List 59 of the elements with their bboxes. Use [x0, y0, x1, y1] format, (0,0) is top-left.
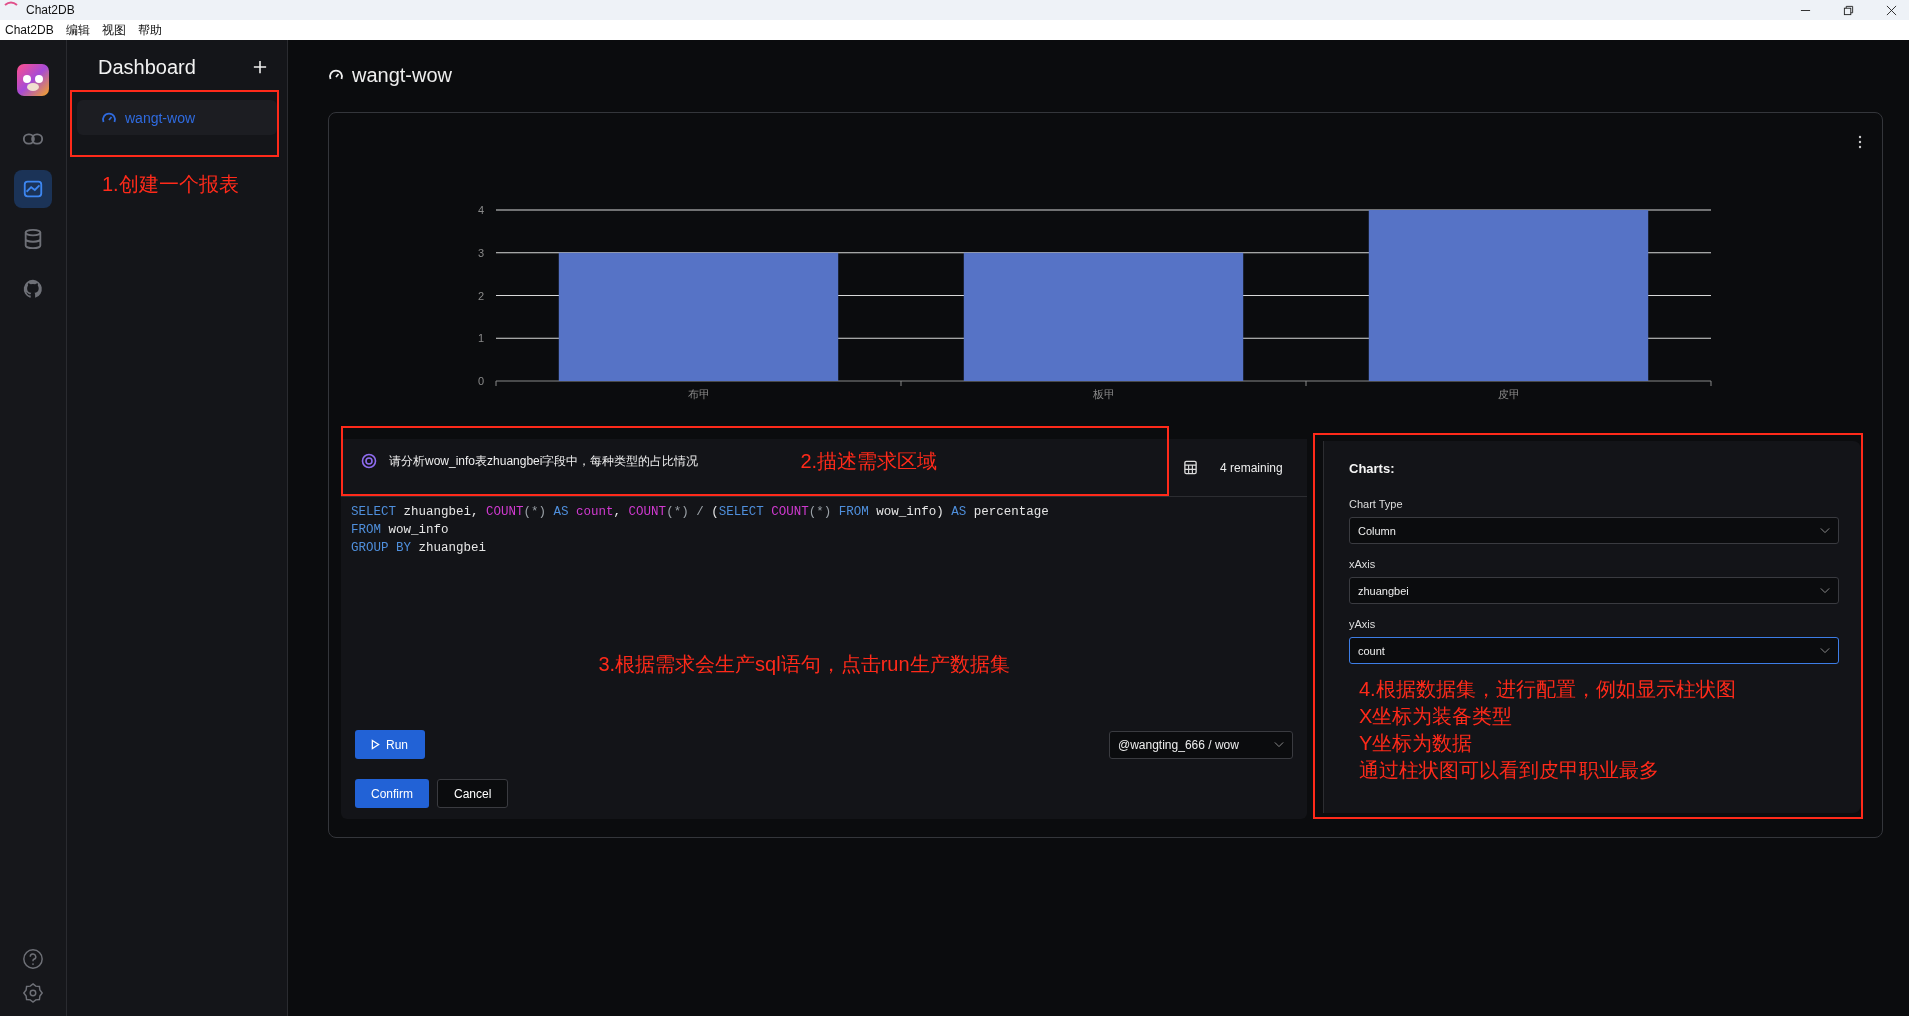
menu-item[interactable]: 帮助	[137, 21, 162, 39]
restore-icon[interactable]	[1843, 4, 1854, 16]
annotation-text: 3.根据需求会生产sql语句，点击run生产数据集	[597, 652, 1011, 677]
chevron-down-icon	[1820, 527, 1830, 534]
y-tick-label: 2	[477, 289, 484, 302]
calculator-icon	[1183, 460, 1198, 475]
select-field[interactable]: Column	[1349, 517, 1839, 544]
code-line: FROM wow_info	[351, 522, 450, 539]
annotation-text: 2.描述需求区域	[800, 448, 938, 474]
ai-icon	[361, 453, 377, 469]
x-tick-label: 布甲	[687, 388, 710, 400]
annotation-text: 通过柱状图可以看到皮甲职业最多	[1359, 758, 1660, 783]
field-label: xAxis	[1349, 558, 1377, 570]
page-title: wangt-wow	[352, 63, 453, 87]
confirm-button[interactable]: Confirm	[355, 779, 429, 808]
y-tick-label: 3	[477, 246, 484, 259]
select-field[interactable]: count	[1349, 637, 1839, 664]
more-icon[interactable]	[1858, 135, 1862, 149]
database-select[interactable]: @wangting_666 / wow	[1109, 730, 1293, 759]
dashboard-item[interactable]: wangt-wow	[77, 100, 277, 135]
remaining-count: 4 remaining	[1220, 460, 1283, 475]
chart-icon	[22, 178, 44, 200]
menu-item[interactable]: 编辑	[65, 21, 90, 39]
cat-icon	[22, 278, 44, 300]
window-title: Chat2DB	[26, 3, 75, 17]
help-icon[interactable]	[22, 948, 44, 970]
menu-item[interactable]: Chat2DB	[5, 23, 54, 37]
run-button[interactable]: Run	[355, 730, 425, 759]
annotation-text: Y坐标为数据	[1359, 731, 1474, 756]
annotation-text: X坐标为装备类型	[1359, 704, 1514, 729]
app-logo-icon	[4, 1, 18, 7]
y-tick-label: 4	[477, 204, 484, 216]
chevron-down-icon	[1820, 587, 1830, 594]
app-logo-icon[interactable]	[17, 64, 49, 96]
panel-title: Charts:	[1349, 461, 1396, 476]
add-icon[interactable]	[253, 60, 267, 74]
settings-icon[interactable]	[22, 982, 44, 1004]
chevron-down-icon	[1274, 741, 1284, 748]
x-tick-label: 皮甲	[1497, 388, 1520, 400]
cancel-button[interactable]: Cancel	[437, 779, 509, 808]
x-tick-label: 板甲	[1092, 388, 1115, 400]
chevron-down-icon	[1820, 647, 1830, 654]
prompt-text[interactable]: 请分析wow_info表zhuangbei字段中，每种类型的占比情况	[389, 452, 699, 470]
annotation-text: 1.创建一个报表	[101, 172, 240, 197]
select-field[interactable]: zhuangbei	[1349, 577, 1839, 604]
field-label: yAxis	[1349, 618, 1377, 630]
play-icon	[371, 739, 380, 750]
code-line: SELECT zhuangbei, COUNT(*) AS count, COUNT(*) / (SELECT COUNT(*) FROM wow_info) AS percentage	[351, 504, 1050, 521]
sidebar-title: Dashboard	[98, 55, 196, 79]
database-icon	[22, 228, 44, 250]
y-tick-label: 0	[477, 375, 484, 387]
code-line: GROUP BY zhuangbei	[351, 540, 488, 557]
menu-item[interactable]: 视图	[101, 21, 126, 39]
sql-editor[interactable]: SELECT zhuangbei, COUNT(*) AS count, COUNT(*) / (SELECT COUNT(*) FROM wow_info) AS percentage FROM wow_info GROUP BY zhuangbei 3.根据需求会生产sql语句，点击run生产数据集 Run @wangting_666 / wow Confirm Cancel	[341, 496, 1307, 818]
annotation-text: 4.根据数据集，进行配置，例如显示柱状图	[1359, 677, 1737, 702]
close-icon[interactable]	[1886, 4, 1897, 16]
field-label: Chart Type	[1349, 498, 1404, 510]
y-tick-label: 1	[477, 332, 484, 345]
rail-item[interactable]	[14, 170, 52, 208]
